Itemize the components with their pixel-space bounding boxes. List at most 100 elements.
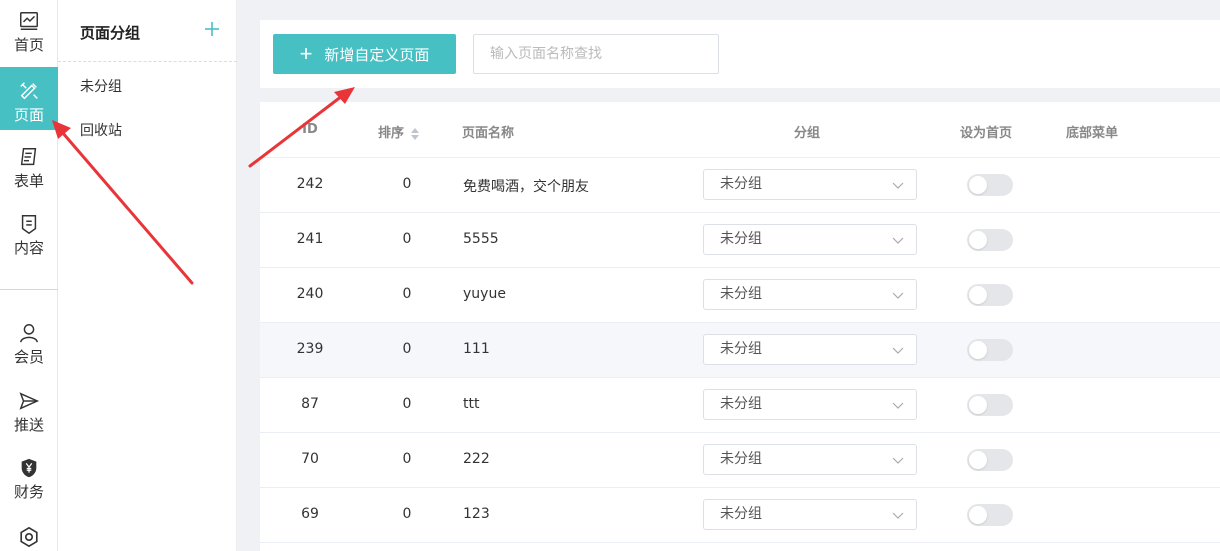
col-header-bottom-menu: 底部菜单 [1066,126,1119,141]
nav-label: 推送 [13,416,44,434]
cell-sort: 0 [402,396,412,412]
main-nav: 首页 页面 表单 内容 会员 推送 财务 [0,0,58,551]
cell-name: 免费喝酒，交个朋友 [463,179,589,195]
cell-id: 69 [301,506,319,522]
group-select-value: 未分组 [720,506,762,522]
table-row: 70 0 222 未分组 [260,433,1220,488]
nav-item-settings[interactable] [0,526,58,551]
nav-label: 首页 [13,36,44,54]
add-custom-page-label: 新增自定义页面 [324,46,430,64]
cell-name: yuyue [463,286,506,302]
gear-icon [20,526,38,548]
nav-item-forms[interactable]: 表单 [0,146,58,198]
nav-label: 表单 [13,172,44,190]
group-select[interactable]: 未分组 [703,279,917,310]
table-row: 242 0 免费喝酒，交个朋友 未分组 [260,158,1220,213]
set-home-toggle[interactable] [967,229,1013,251]
cell-name: 123 [463,506,490,522]
toolbar: + 新增自定义页面 [260,20,1220,88]
nav-label: 财务 [13,483,44,501]
col-header-sort-label: 排序 [378,126,405,141]
sort-caret-icon[interactable] [410,127,420,141]
set-home-toggle[interactable] [967,449,1013,471]
group-select-value: 未分组 [720,451,762,467]
table-row: 241 0 5555 未分组 [260,213,1220,268]
nav-item-finance[interactable]: 财务 [0,457,58,509]
group-panel-header: 页面分组 [58,0,237,62]
plus-icon: + [299,41,313,66]
group-select[interactable]: 未分组 [703,169,917,200]
cell-sort: 0 [402,176,412,192]
group-select-value: 未分组 [720,286,762,302]
chevron-down-icon [892,402,904,409]
nav-item-push[interactable]: 推送 [0,390,58,442]
nav-label: 页面 [13,106,44,124]
set-home-toggle[interactable] [967,339,1013,361]
add-group-icon[interactable] [201,18,223,40]
design-tools-icon [20,82,38,100]
cell-sort: 0 [402,451,412,467]
pages-table: ID 排序 页面名称 分组 设为首页 底部菜单 242 0 免费喝酒，交个朋友 … [260,102,1220,551]
cell-id: 241 [296,231,324,247]
col-header-sort[interactable]: 排序 [378,122,420,141]
set-home-toggle[interactable] [967,394,1013,416]
col-header-set-home: 设为首页 [960,126,1013,141]
nav-divider [0,289,58,290]
app: 首页 页面 表单 内容 会员 推送 财务 页面分组 未分组 回收站 + 新增自定… [0,0,1220,551]
cell-id: 240 [296,286,324,302]
cell-sort: 0 [402,286,412,302]
cell-sort: 0 [402,231,412,247]
group-panel: 页面分组 未分组 回收站 [58,0,237,551]
cell-name: 5555 [463,231,499,247]
group-select[interactable]: 未分组 [703,389,917,420]
cell-id: 242 [296,176,324,192]
page-name-search-input[interactable] [473,34,719,74]
group-item-ungrouped[interactable]: 未分组 [80,76,122,96]
group-item-recycle-bin[interactable]: 回收站 [80,120,122,140]
form-icon [20,148,37,166]
col-header-id: ID [302,122,318,137]
group-select-value: 未分组 [720,341,762,357]
cell-id: 239 [296,341,324,357]
cell-sort: 0 [402,506,412,522]
cell-name: 222 [463,451,490,467]
cell-id: 87 [301,396,319,412]
add-custom-page-button[interactable]: + 新增自定义页面 [273,34,456,74]
content-icon [21,215,37,235]
chevron-down-icon [892,512,904,519]
cell-name: ttt [463,396,480,412]
user-icon [20,324,38,343]
cell-id: 70 [301,451,319,467]
group-select[interactable]: 未分组 [703,224,917,255]
group-panel-title: 页面分组 [80,24,141,42]
table-header: ID 排序 页面名称 分组 设为首页 底部菜单 [260,102,1220,158]
chevron-down-icon [892,182,904,189]
group-select[interactable]: 未分组 [703,499,917,530]
chevron-down-icon [892,347,904,354]
group-select[interactable]: 未分组 [703,334,917,365]
set-home-toggle[interactable] [967,504,1013,526]
nav-item-members[interactable]: 会员 [0,322,58,374]
chevron-down-icon [892,237,904,244]
cell-sort: 0 [402,341,412,357]
table-row: 240 0 yuyue 未分组 [260,268,1220,323]
main-content: + 新增自定义页面 ID 排序 页面名称 分组 设为首页 底部菜单 242 0 … [237,0,1220,551]
chart-icon [20,12,38,30]
group-select-value: 未分组 [720,176,762,192]
set-home-toggle[interactable] [967,174,1013,196]
nav-item-pages[interactable]: 页面 [0,67,58,130]
table-row: 69 0 123 未分组 [260,488,1220,543]
group-select[interactable]: 未分组 [703,444,917,475]
chevron-down-icon [892,457,904,464]
nav-item-content[interactable]: 内容 [0,213,58,265]
table-row: 239 0 111 未分组 [260,323,1220,378]
col-header-group: 分组 [794,126,821,141]
nav-label: 会员 [13,348,44,366]
send-icon [19,392,40,410]
table-row: 87 0 ttt 未分组 [260,378,1220,433]
group-select-value: 未分组 [720,396,762,412]
set-home-toggle[interactable] [967,284,1013,306]
nav-item-home[interactable]: 首页 [0,10,58,62]
chevron-down-icon [892,292,904,299]
col-header-name: 页面名称 [462,126,515,141]
